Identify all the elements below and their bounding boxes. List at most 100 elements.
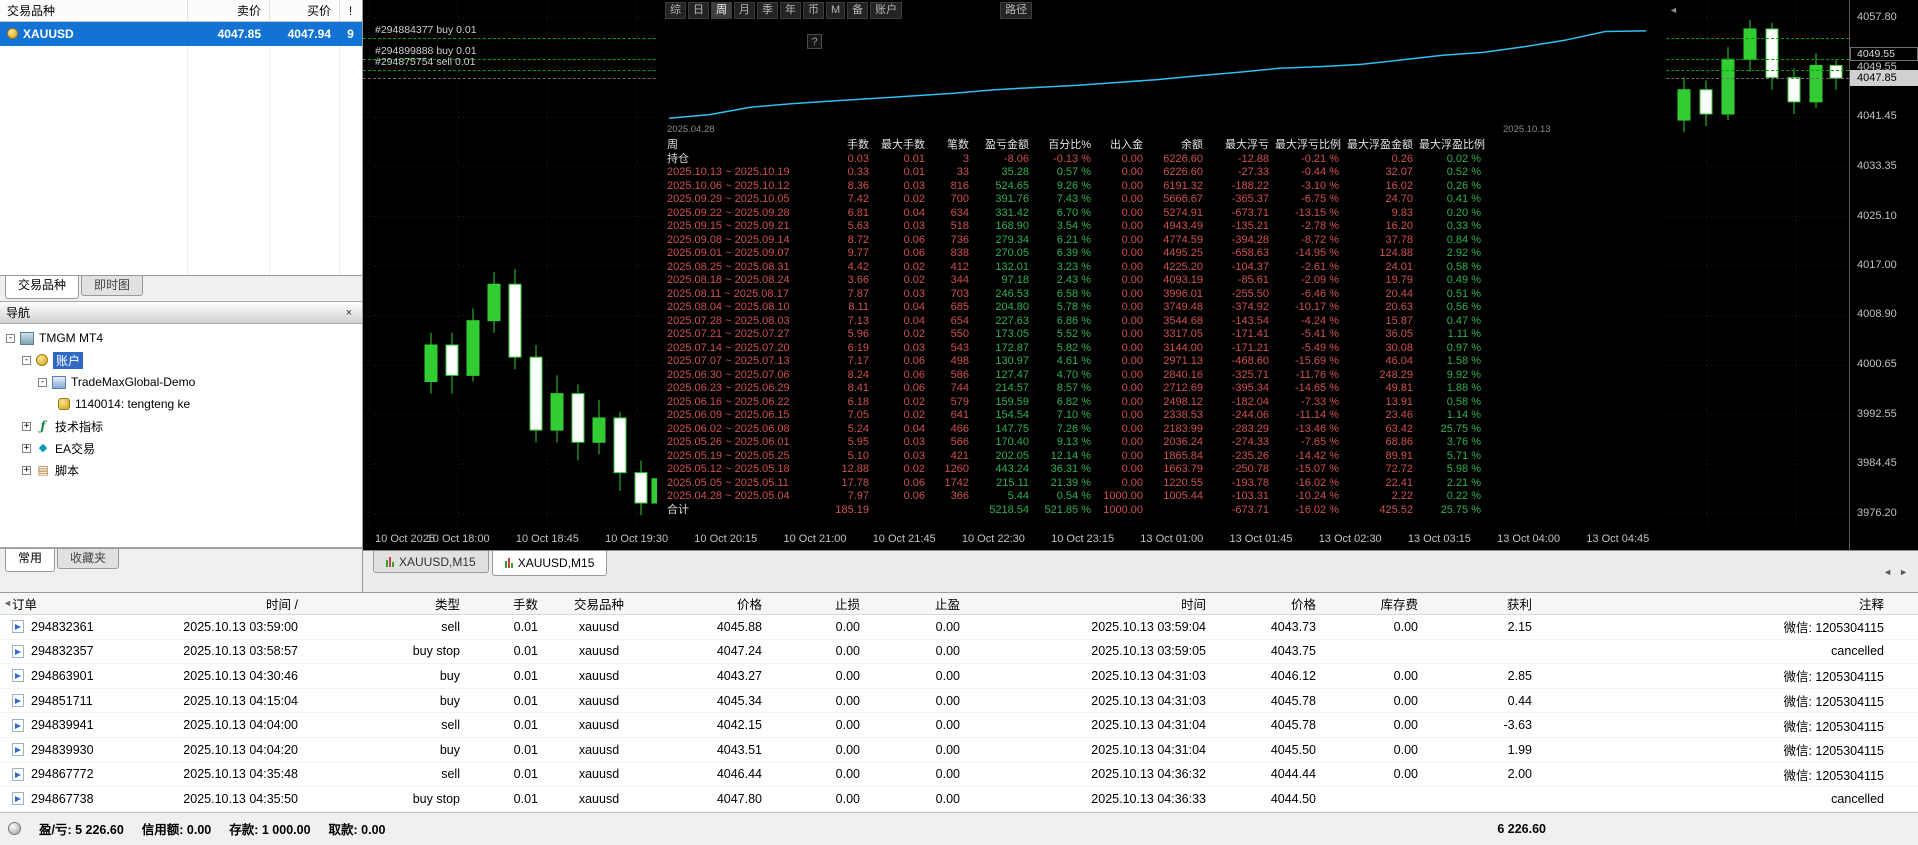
order-row[interactable]: 294851711 2025.10.13 04:15:04 buy 0.01 xauus…: [0, 688, 1918, 714]
report-toolbar-button[interactable]: 日: [688, 2, 709, 19]
take-profit-cell: 0.00: [935, 718, 960, 733]
report-toolbar-button[interactable]: 币: [803, 2, 824, 19]
time-axis[interactable]: 10 Oct 2025 10 Oct 18:00 10 Oct 18:45 10 Oc…: [363, 528, 1849, 550]
report-toolbar-button[interactable]: M: [826, 2, 846, 19]
report-cell: 0.33: [847, 166, 869, 178]
report-toolbar-button[interactable]: 月: [734, 2, 755, 19]
nav-item-indicators[interactable]: + ƒ 技术指标: [0, 415, 362, 437]
terminal-col-header[interactable]: 类型: [308, 594, 470, 613]
report-cell: 0.00: [1121, 274, 1143, 286]
report-cell: 641: [950, 409, 969, 421]
report-cell: 443.24: [995, 463, 1029, 475]
tab-favorites[interactable]: 收藏夹: [57, 549, 120, 569]
report-cell: 124.88: [1379, 247, 1413, 259]
terminal-col-header[interactable]: 库存费: [1326, 594, 1428, 613]
report-cell: 0.06: [903, 490, 925, 502]
report-cell: 5218.54: [989, 503, 1029, 516]
nav-item-label: 脚本: [55, 463, 80, 478]
tab-scroll-right-icon[interactable]: ►: [1899, 567, 1908, 577]
report-cell: 7.42: [847, 193, 869, 205]
nav-item-scripts[interactable]: + ▤ 脚本: [0, 459, 362, 481]
market-watch-row[interactable]: XAUUSD 4047.85 4047.94 9: [0, 22, 362, 46]
report-cell: 2025.05.26 ~ 2025.06.01: [667, 436, 790, 448]
collapse-box-icon[interactable]: -: [22, 355, 31, 365]
chart-tab-1[interactable]: XAUUSD,M15: [373, 551, 489, 573]
terminal-col-header[interactable]: 时间: [970, 594, 1216, 613]
report-cell: 736: [950, 233, 969, 246]
terminal-col-header[interactable]: 注释: [1542, 594, 1918, 613]
nav-item-server[interactable]: - TMGM MT4: [0, 327, 362, 349]
terminal-col-header[interactable]: 获利: [1428, 594, 1542, 613]
report-cell: 0.00: [1121, 260, 1143, 273]
report-cell: 391.76: [995, 193, 1029, 205]
price-axis-label: 4017.00: [1857, 258, 1897, 271]
order-row[interactable]: 294832357 2025.10.13 03:58:57 buy stop 0.01…: [0, 639, 1918, 665]
report-toolbar-button[interactable]: 年: [780, 2, 801, 19]
terminal-col-header[interactable]: 手数: [470, 594, 548, 613]
order-id-cell: 294851711: [0, 694, 150, 708]
market-watch-col-buy[interactable]: 买价: [269, 0, 339, 21]
report-cell: 7.05: [847, 409, 869, 421]
profit-cell: 0.44: [1507, 693, 1532, 708]
nav-item-accounts[interactable]: - 账户: [0, 349, 362, 371]
report-table-row: 2025.08.25 ~ 2025.08.31 4.42 0.02 412 132.01…: [665, 261, 1487, 275]
report-toolbar-button[interactable]: 综: [665, 2, 686, 19]
expand-box-icon[interactable]: +: [22, 465, 31, 475]
report-cell: 0.01: [903, 166, 925, 178]
order-row[interactable]: 294839930 2025.10.13 04:04:20 buy 0.01 xauus…: [0, 737, 1918, 763]
collapse-box-icon[interactable]: -: [38, 377, 47, 387]
terminal-col-header[interactable]: 时间 /: [150, 594, 308, 613]
server-icon: [20, 331, 34, 345]
close-icon[interactable]: ×: [342, 307, 356, 319]
report-cell: 4093.19: [1163, 274, 1203, 286]
order-row[interactable]: 294867738 2025.10.13 04:35:50 buy stop 0.01…: [0, 787, 1918, 812]
terminal-col-header[interactable]: 订单: [0, 594, 150, 613]
order-row[interactable]: 294863901 2025.10.13 04:30:46 buy 0.01 xauus…: [0, 664, 1918, 689]
open-time-cell: 2025.10.13 04:04:00: [183, 718, 298, 733]
nav-item-experts[interactable]: + ◆ EA交易: [0, 437, 362, 459]
order-row[interactable]: 294839941 2025.10.13 04:04:00 sell 0.01 xauu…: [0, 713, 1918, 738]
report-cell: -143.54: [1231, 314, 1269, 327]
nav-item-demo-server[interactable]: - TradeMaxGlobal-Demo: [0, 371, 362, 393]
chart-canvas[interactable]: #294884377 buy 0.01 #294899888 buy 0.01 #2…: [363, 0, 1918, 550]
report-toolbar-button[interactable]: 备: [847, 2, 869, 19]
report-cell: 2025.09.01 ~ 2025.09.07: [667, 247, 790, 259]
terminal-col-header[interactable]: 价格: [660, 594, 772, 613]
order-type-cell: buy: [439, 668, 460, 683]
order-row[interactable]: 294832361 2025.10.13 03:59:00 sell 0.01 xauu…: [0, 615, 1918, 640]
expand-box-icon[interactable]: +: [22, 421, 31, 431]
panel-collapse-icon[interactable]: ◄: [3, 598, 12, 608]
tab-symbols[interactable]: 交易品种: [5, 276, 80, 299]
terminal-col-header[interactable]: 价格: [1216, 594, 1326, 613]
report-cell: 24.01: [1385, 260, 1413, 273]
order-row[interactable]: 294867772 2025.10.13 04:35:48 sell 0.01 xauu…: [0, 762, 1918, 788]
collapse-box-icon[interactable]: -: [6, 333, 15, 343]
close-time-cell: 2025.10.13 04:31:04: [1091, 718, 1206, 733]
order-id: 294832357: [31, 644, 94, 659]
market-watch-col-symbol[interactable]: 交易品种: [0, 0, 187, 21]
tab-common[interactable]: 常用: [5, 549, 56, 572]
price-axis[interactable]: 4057.80 4049.55 4041.45 4033.35 4025.10 4017.…: [1849, 0, 1918, 550]
report-toolbar-button[interactable]: 季: [757, 2, 778, 19]
chart-tab-2[interactable]: XAUUSD,M15: [491, 551, 608, 576]
market-watch-col-alert[interactable]: !: [339, 0, 362, 21]
report-cell: 0.00: [1121, 341, 1143, 354]
tab-scroll-left-icon[interactable]: ◄: [1883, 567, 1892, 577]
report-toolbar-button[interactable]: 周: [711, 2, 732, 19]
nav-item-account[interactable]: 1140014: tengteng ke: [0, 393, 362, 415]
expand-box-icon[interactable]: +: [22, 443, 31, 453]
report-cell: -283.29: [1231, 422, 1269, 435]
terminal-col-header[interactable]: 交易品种: [548, 594, 660, 613]
terminal-col-header[interactable]: 止损: [772, 594, 870, 613]
report-cell: -2.61 %: [1301, 260, 1339, 273]
report-cell: 130.97: [995, 355, 1029, 367]
report-toolbar-button[interactable]: 账户: [870, 2, 903, 19]
report-cell: 6226.60: [1163, 166, 1203, 178]
report-cell: 744: [950, 382, 969, 394]
report-path-button[interactable]: 路径: [1000, 2, 1033, 19]
nav-item-label: 1140014: tengteng ke: [75, 397, 191, 411]
tab-tick-chart[interactable]: 即时图: [81, 276, 144, 296]
terminal-col-header[interactable]: 止盈: [870, 594, 970, 613]
report-cell: 36.05: [1385, 328, 1413, 340]
market-watch-col-sell[interactable]: 卖价: [187, 0, 269, 21]
